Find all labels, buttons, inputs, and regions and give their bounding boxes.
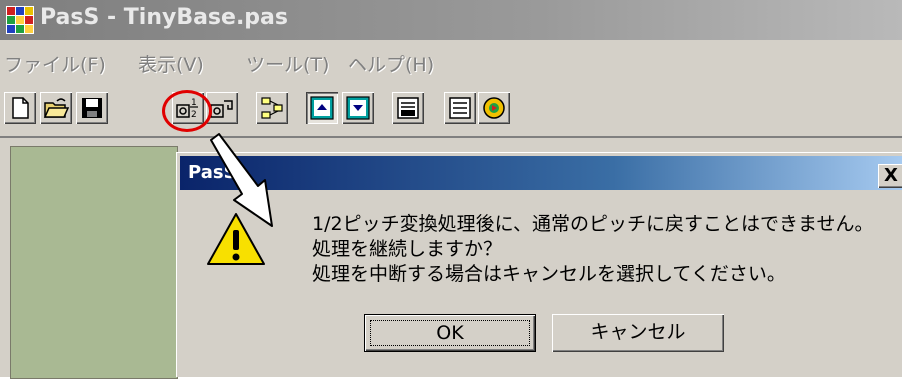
application-window: PasS - TinyBase.pas ファイル(F) 表示(V) ツール(T)… — [0, 0, 902, 379]
annotation-arrow — [210, 133, 273, 227]
